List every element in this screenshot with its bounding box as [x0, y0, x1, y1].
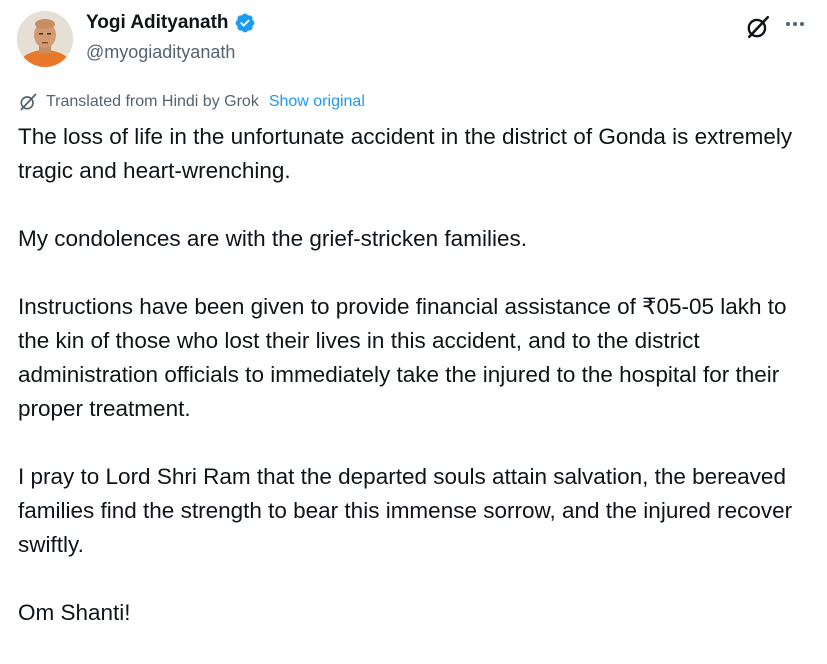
- translation-notice: Translated from Hindi by Grok Show origi…: [18, 92, 365, 112]
- author-name-row: Yogi Adityanath: [86, 12, 256, 34]
- author-display-name[interactable]: Yogi Adityanath: [86, 12, 229, 34]
- tweet-paragraph: Om Shanti!: [18, 600, 131, 625]
- translation-notice-text: Translated from Hindi by Grok: [46, 93, 259, 110]
- tweet-text: The loss of life in the unfortunate acci…: [18, 120, 818, 664]
- verified-badge-icon[interactable]: [234, 12, 256, 34]
- avatar[interactable]: [17, 11, 73, 67]
- author-handle[interactable]: @myogiadityanath: [86, 42, 235, 63]
- tweet-paragraph: I pray to Lord Shri Ram that the departe…: [18, 464, 793, 557]
- show-original-link[interactable]: Show original: [269, 93, 365, 111]
- grok-icon[interactable]: [745, 14, 771, 40]
- grok-small-icon: [20, 93, 37, 111]
- tweet-paragraph: Instructions have been given to provide …: [18, 294, 787, 421]
- tweet-paragraph: My condolences are with the grief-strick…: [18, 226, 527, 251]
- tweet-paragraph: The loss of life in the unfortunate acci…: [18, 124, 793, 183]
- more-icon[interactable]: [783, 12, 807, 36]
- avatar-image: [17, 11, 73, 67]
